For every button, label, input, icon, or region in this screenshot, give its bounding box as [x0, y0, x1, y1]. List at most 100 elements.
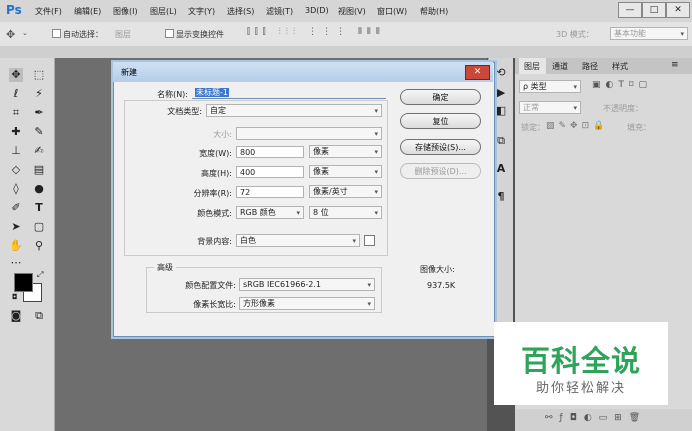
- lock-icons[interactable]: ▨✎✥⊡🔒: [546, 121, 608, 131]
- blend-mode-select[interactable]: 正常 ▾: [519, 101, 581, 114]
- dodge-tool-icon[interactable]: ●: [32, 182, 46, 196]
- marquee-tool-icon[interactable]: ⬚: [32, 68, 46, 82]
- watermark-subtitle: 助你轻松解决: [535, 381, 626, 396]
- fill-label: 填充：: [627, 123, 651, 132]
- gradient-tool-icon[interactable]: ▤: [32, 163, 46, 177]
- pixel-aspect-select[interactable]: 方形像素 ▾: [239, 297, 375, 310]
- foreground-color-swatch[interactable]: [14, 273, 33, 292]
- preset-group: [124, 100, 388, 256]
- menu-file[interactable]: 文件(F): [35, 6, 62, 17]
- name-label: 名称(N):: [157, 90, 188, 99]
- chevron-down-icon: ▾: [374, 107, 378, 115]
- pen-tool-icon[interactable]: ✐: [9, 201, 23, 215]
- shape-tool-icon[interactable]: ▢: [32, 220, 46, 234]
- properties-panel-icon[interactable]: ◧: [494, 104, 508, 118]
- menu-image[interactable]: 图像(I): [113, 6, 138, 17]
- name-value: 未标题-1: [195, 88, 229, 97]
- tab-layers[interactable]: 图层: [524, 61, 540, 72]
- character-style-icon[interactable]: A: [494, 162, 508, 176]
- minimize-button[interactable]: —: [618, 2, 642, 18]
- bit-depth-select[interactable]: 8 位 ▾: [309, 206, 382, 219]
- swap-colors-icon[interactable]: ⤢: [37, 270, 43, 280]
- watermark-title: 百科全说: [520, 344, 641, 378]
- document-tab-strip: [0, 46, 692, 58]
- width-input[interactable]: 800: [236, 146, 304, 158]
- menu-help[interactable]: 帮助(H): [420, 6, 448, 17]
- lasso-tool-icon[interactable]: ℓ: [9, 87, 23, 101]
- dialog-close-button[interactable]: ✕: [465, 65, 490, 80]
- character-panel-icon[interactable]: ⧉: [494, 134, 508, 148]
- background-label: 背景内容:: [197, 237, 232, 246]
- paragraph-panel-icon[interactable]: ¶: [494, 190, 508, 204]
- history-panel-icon[interactable]: ⟲: [494, 66, 508, 80]
- type-tool-icon[interactable]: T: [32, 201, 46, 215]
- move-tool-icon[interactable]: ✥: [6, 28, 15, 41]
- more-tools-icon[interactable]: ⋯: [9, 256, 23, 270]
- color-profile-label: 颜色配置文件:: [185, 281, 236, 290]
- align-icons[interactable]: ⫿⫿⫿ ⫶⫶⫶ ⋮⋮⋮ ⦀⦀⦀: [247, 27, 385, 37]
- color-profile-select[interactable]: sRGB IEC61966-2.1 ▾: [239, 278, 375, 291]
- resolution-input[interactable]: 72: [236, 186, 304, 198]
- screen-mode-icon[interactable]: ⧉: [32, 309, 46, 323]
- tab-paths[interactable]: 路径: [582, 61, 598, 72]
- menu-window[interactable]: 窗口(W): [377, 6, 407, 17]
- show-transform-checkbox[interactable]: [165, 29, 174, 38]
- chevron-down-icon: ▾: [367, 281, 371, 289]
- eyedropper-icon[interactable]: ✒: [32, 106, 46, 120]
- width-unit-select[interactable]: 像素 ▾: [309, 145, 382, 158]
- menu-3d[interactable]: 3D(D): [305, 6, 329, 15]
- chevron-down-icon: ▾: [296, 209, 300, 217]
- height-input[interactable]: 400: [236, 166, 304, 178]
- maximize-button[interactable]: □: [642, 2, 666, 18]
- auto-select-target[interactable]: 图层: [115, 29, 131, 40]
- document-type-select[interactable]: 自定 ▾: [206, 104, 382, 117]
- resolution-unit-value: 像素/英寸: [313, 187, 348, 196]
- name-input[interactable]: 未标题-1: [192, 87, 386, 99]
- ok-button[interactable]: 确定: [400, 89, 481, 105]
- panel-menu-icon[interactable]: ≡: [671, 60, 679, 70]
- resolution-unit-select[interactable]: 像素/英寸 ▾: [309, 185, 382, 198]
- layer-filter-icons[interactable]: ▣◐T⌑▢: [592, 80, 652, 90]
- chevron-down-icon: ▾: [367, 300, 371, 308]
- image-size-value: 937.5K: [427, 281, 456, 290]
- history-brush-icon[interactable]: ✍: [32, 144, 46, 158]
- menu-type[interactable]: 文字(Y): [188, 6, 215, 17]
- height-unit-select[interactable]: 像素 ▾: [309, 165, 382, 178]
- chevron-down-icon[interactable]: ⌄: [22, 29, 28, 37]
- menu-view[interactable]: 视图(V): [338, 6, 366, 17]
- eraser-tool-icon[interactable]: ◇: [9, 163, 23, 177]
- move-tool-icon[interactable]: ✥: [9, 68, 23, 82]
- brush-tool-icon[interactable]: ✎: [32, 125, 46, 139]
- auto-select-checkbox[interactable]: [52, 29, 61, 38]
- menu-edit[interactable]: 编辑(E): [74, 6, 101, 17]
- color-mode-select[interactable]: RGB 颜色 ▾: [236, 206, 304, 219]
- zoom-tool-icon[interactable]: ⚲: [32, 239, 46, 253]
- background-color-swatch[interactable]: [364, 235, 375, 246]
- hand-tool-icon[interactable]: ✋: [9, 239, 23, 253]
- magic-wand-icon[interactable]: ⚡: [32, 87, 46, 101]
- menu-select[interactable]: 选择(S): [227, 6, 254, 17]
- tab-channels[interactable]: 通道: [552, 61, 568, 72]
- size-select: ▾: [236, 127, 382, 140]
- quick-mask-icon[interactable]: ◙: [9, 309, 23, 323]
- stamp-tool-icon[interactable]: ⊥: [9, 144, 23, 158]
- blur-tool-icon[interactable]: ◊: [9, 182, 23, 196]
- menu-filter[interactable]: 滤镜(T): [266, 6, 293, 17]
- background-value: 白色: [240, 236, 256, 245]
- layer-footer-icons[interactable]: ⚯ƒ◘◐▭⊞🗑: [545, 413, 647, 423]
- path-select-icon[interactable]: ➤: [9, 220, 23, 234]
- dialog-title: 新建: [121, 68, 137, 77]
- close-window-button[interactable]: ✕: [666, 2, 690, 18]
- save-preset-button[interactable]: 存储预设(S)...: [400, 139, 481, 155]
- actions-panel-icon[interactable]: ▶: [494, 86, 508, 100]
- pixel-aspect-label: 像素长宽比:: [193, 300, 236, 309]
- background-select[interactable]: 白色 ▾: [236, 234, 360, 247]
- crop-tool-icon[interactable]: ⌗: [9, 106, 23, 120]
- reset-button[interactable]: 复位: [400, 113, 481, 129]
- default-colors-icon[interactable]: ◘: [12, 293, 18, 301]
- tab-styles[interactable]: 样式: [612, 61, 628, 72]
- layer-filter-select[interactable]: ρ 类型 ▾: [519, 80, 581, 93]
- menu-layer[interactable]: 图层(L): [150, 6, 177, 17]
- healing-brush-icon[interactable]: ✚: [9, 125, 23, 139]
- workspace-select[interactable]: 基本功能 ▾: [610, 27, 688, 40]
